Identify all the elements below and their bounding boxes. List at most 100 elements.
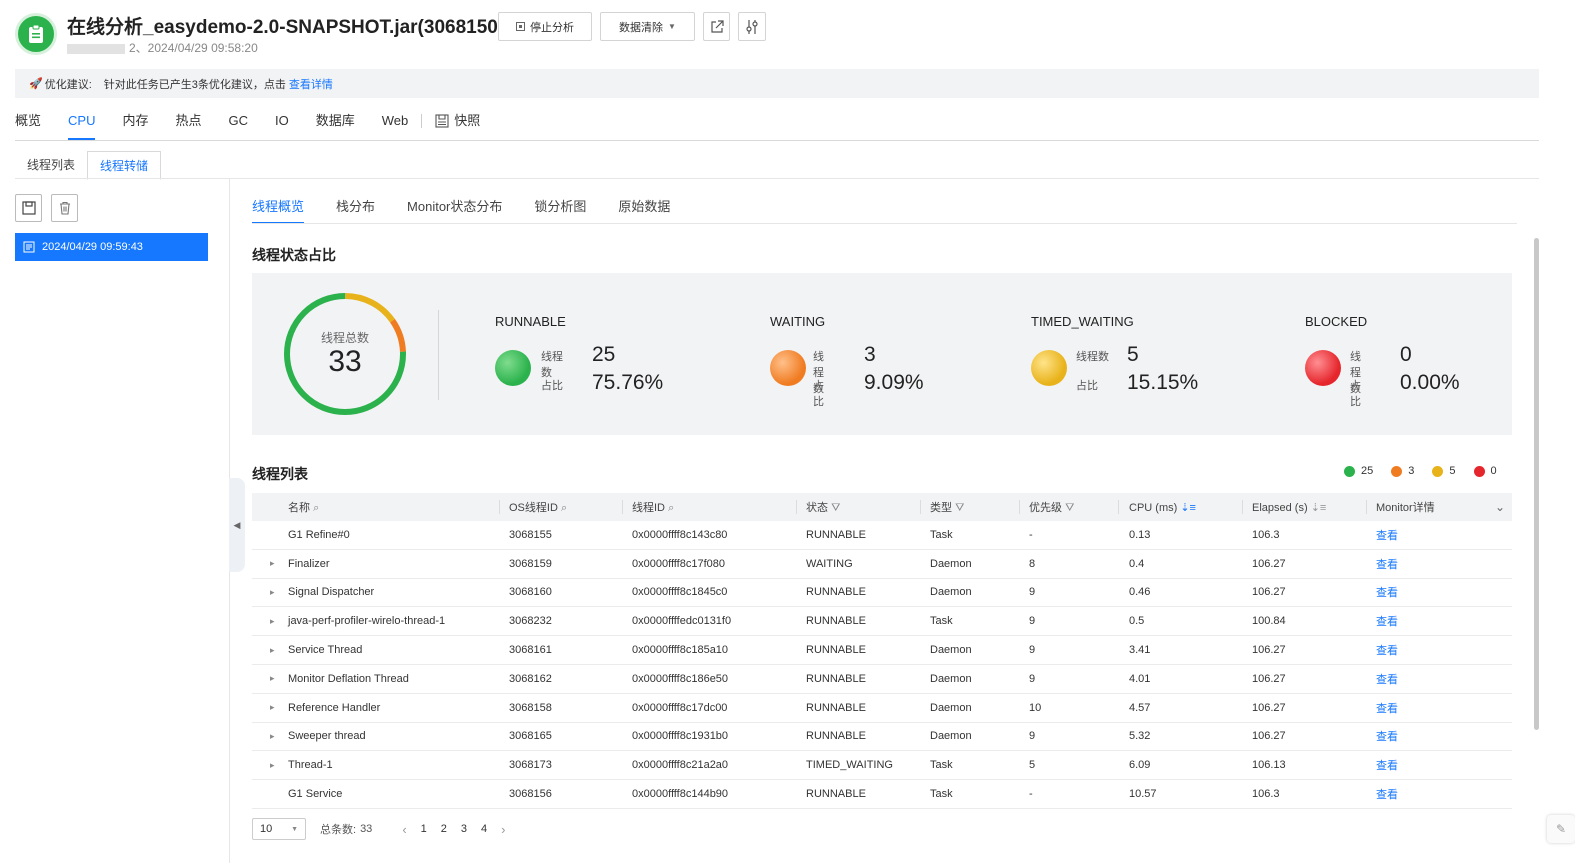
- waiting-state-icon: [770, 350, 806, 386]
- view-monitor-link[interactable]: 查看: [1376, 786, 1398, 802]
- tab-overview[interactable]: 概览: [15, 112, 41, 140]
- settings-button[interactable]: [738, 12, 766, 41]
- table-row[interactable]: ▸ java-perf-profiler-wirelo-thread-1 30682…: [252, 607, 1512, 637]
- expand-row-icon[interactable]: ▸: [270, 731, 275, 742]
- feedback-edit-button[interactable]: ✎: [1547, 815, 1575, 843]
- expand-row-icon[interactable]: ▸: [270, 616, 275, 627]
- col-thread-id[interactable]: 线程ID ⌕: [632, 499, 674, 515]
- table-row[interactable]: ▸ Signal Dispatcher 3068160 0x0000ffff8c184…: [252, 579, 1512, 608]
- table-row[interactable]: G1 Service 3068156 0x0000ffff8c144b90 RUNNA…: [252, 780, 1512, 809]
- tab-thread-list[interactable]: 线程列表: [15, 151, 87, 179]
- tab-raw-data[interactable]: 原始数据: [618, 198, 670, 224]
- tab-thread-overview[interactable]: 线程概览: [252, 198, 305, 224]
- table-row[interactable]: ▸ Monitor Deflation Thread 3068162 0x0000ff…: [252, 665, 1512, 694]
- page-3[interactable]: 3: [461, 823, 467, 835]
- cell-name: Sweeper thread: [288, 730, 366, 743]
- tab-lock-analysis[interactable]: 锁分析图: [534, 198, 586, 224]
- tab-monitor-distribution[interactable]: Monitor状态分布: [407, 198, 502, 224]
- page-2[interactable]: 2: [441, 823, 447, 835]
- table-body: G1 Refine#0 3068155 0x0000ffff8c143c80 RUNN…: [252, 521, 1512, 809]
- stat-timed-waiting: TIMED_WAITING 线程数 占比 5 15.15%: [1031, 314, 1198, 394]
- expand-row-icon[interactable]: ▸: [270, 702, 275, 713]
- stop-analysis-button[interactable]: 停止分析: [498, 12, 592, 41]
- cell-name: Signal Dispatcher: [288, 586, 375, 599]
- col-priority[interactable]: 优先级 ⛛: [1029, 499, 1074, 515]
- sort-asc-icon[interactable]: ⇣≡: [1180, 502, 1196, 514]
- tab-database[interactable]: 数据库: [316, 112, 355, 140]
- cell-tid: 0x0000ffff8c186e50: [632, 672, 729, 685]
- total-label: 总条数:: [320, 824, 357, 836]
- stat-name: WAITING: [770, 314, 826, 329]
- view-monitor-link[interactable]: 查看: [1376, 613, 1398, 629]
- col-os-thread-id[interactable]: OS线程ID ⌕: [509, 499, 567, 515]
- expand-row-icon[interactable]: ▸: [270, 558, 275, 569]
- chevron-right-icon[interactable]: ›: [501, 822, 505, 837]
- col-cpu[interactable]: CPU (ms) ⇣≡: [1129, 501, 1196, 514]
- view-monitor-link[interactable]: 查看: [1376, 642, 1398, 658]
- cell-os-id: 3068155: [509, 528, 552, 541]
- table-row[interactable]: ▸ Sweeper thread 3068165 0x0000ffff8c1931b0…: [252, 723, 1512, 752]
- tab-cpu[interactable]: CPU: [68, 112, 96, 140]
- cell-priority: 9: [1029, 644, 1036, 657]
- view-monitor-link[interactable]: 查看: [1376, 700, 1398, 716]
- search-icon[interactable]: ⌕: [313, 502, 319, 514]
- tab-snapshot[interactable]: 快照: [435, 112, 480, 140]
- tab-gc[interactable]: GC: [229, 112, 249, 140]
- tab-memory[interactable]: 内存: [122, 112, 148, 140]
- page-4[interactable]: 4: [481, 823, 487, 835]
- tab-io[interactable]: IO: [275, 112, 289, 140]
- col-name[interactable]: 名称 ⌕: [288, 499, 319, 515]
- view-monitor-link[interactable]: 查看: [1376, 556, 1398, 572]
- filter-icon[interactable]: ⛛: [955, 502, 964, 514]
- data-clear-dropdown[interactable]: 数据清除 ▼: [600, 12, 695, 41]
- table-row[interactable]: ▸ Thread-1 3068173 0x0000ffff8c21a2a0 TIMED_…: [252, 751, 1512, 781]
- tab-hotspot[interactable]: 热点: [175, 112, 201, 140]
- col-elapsed[interactable]: Elapsed (s) ⇣≡: [1252, 501, 1326, 514]
- search-icon[interactable]: ⌕: [561, 502, 567, 514]
- view-monitor-link[interactable]: 查看: [1376, 527, 1398, 543]
- view-monitor-link[interactable]: 查看: [1376, 728, 1398, 744]
- cell-type: Task: [930, 528, 953, 541]
- chevron-double-down-icon[interactable]: ⌄: [1495, 500, 1505, 514]
- cell-state: TIMED_WAITING: [806, 759, 893, 772]
- table-row[interactable]: ▸ Finalizer 3068159 0x0000ffff8c17f080 WAITI…: [252, 550, 1512, 579]
- filter-icon[interactable]: ⛛: [831, 502, 840, 514]
- vertical-scrollbar[interactable]: [1534, 238, 1539, 730]
- export-button[interactable]: [703, 12, 730, 41]
- col-type[interactable]: 类型 ⛛: [930, 499, 964, 515]
- view-details-link[interactable]: 查看详情: [289, 76, 333, 92]
- table-row[interactable]: ▸ Service Thread 3068161 0x0000ffff8c185a10…: [252, 636, 1512, 665]
- save-snapshot-button[interactable]: [15, 194, 42, 222]
- expand-row-icon[interactable]: ▸: [270, 760, 275, 771]
- cell-priority: 5: [1029, 759, 1036, 772]
- delete-snapshot-button[interactable]: [51, 194, 78, 222]
- tab-thread-dump[interactable]: 线程转储: [87, 151, 162, 180]
- cell-tid: 0x0000ffff8c17f080: [632, 557, 725, 570]
- expand-row-icon[interactable]: ▸: [270, 673, 275, 684]
- page-size-select[interactable]: 10 ▼: [252, 818, 306, 840]
- cell-state: RUNNABLE: [806, 528, 866, 541]
- col-state[interactable]: 状态 ⛛: [806, 499, 840, 515]
- view-monitor-link[interactable]: 查看: [1376, 757, 1398, 773]
- search-icon[interactable]: ⌕: [668, 502, 674, 514]
- expand-row-icon[interactable]: ▸: [270, 587, 275, 598]
- filter-icon[interactable]: ⛛: [1065, 502, 1074, 514]
- table-row[interactable]: G1 Refine#0 3068155 0x0000ffff8c143c80 RUNN…: [252, 521, 1512, 550]
- snapshot-item[interactable]: 2024/04/29 09:59:43: [15, 233, 208, 261]
- view-monitor-link[interactable]: 查看: [1376, 584, 1398, 600]
- cell-cpu: 10.57: [1129, 788, 1157, 801]
- sort-icon[interactable]: ⇣≡: [1311, 502, 1327, 514]
- legend-timed-waiting-count: 5: [1449, 465, 1456, 477]
- view-monitor-link[interactable]: 查看: [1376, 671, 1398, 687]
- page-1[interactable]: 1: [421, 823, 427, 835]
- chevron-left-icon[interactable]: ‹: [402, 822, 406, 837]
- expand-row-icon[interactable]: ▸: [270, 645, 275, 656]
- cell-type: Task: [930, 759, 953, 772]
- snapshot-icon: [435, 114, 449, 128]
- tab-web[interactable]: Web: [382, 112, 409, 140]
- collapse-panel-handle[interactable]: ◀: [229, 478, 245, 572]
- document-icon: [23, 241, 35, 253]
- tab-stack-distribution[interactable]: 栈分布: [336, 198, 375, 224]
- stat-name: TIMED_WAITING: [1031, 314, 1134, 329]
- table-row[interactable]: ▸ Reference Handler 3068158 0x0000ffff8c17d…: [252, 694, 1512, 723]
